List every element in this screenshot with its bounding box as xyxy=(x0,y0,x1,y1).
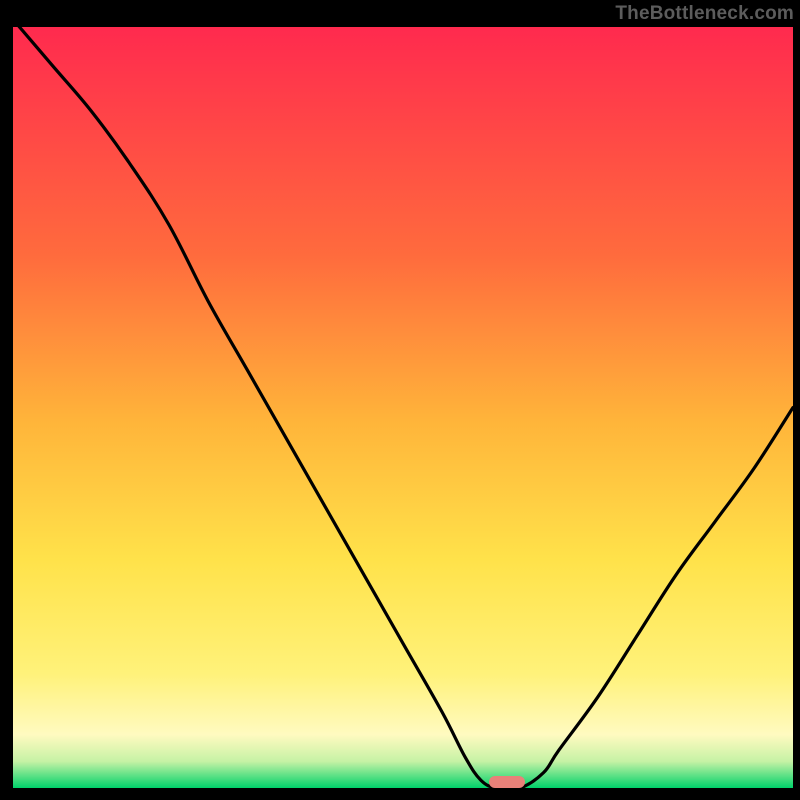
chart-root: { "attribution": "TheBottleneck.com", "c… xyxy=(0,0,800,800)
attribution-text: TheBottleneck.com xyxy=(615,3,794,25)
bottleneck-chart xyxy=(13,27,793,788)
optimal-marker xyxy=(489,776,525,788)
gradient-background xyxy=(13,27,793,788)
plot-area xyxy=(13,27,793,788)
